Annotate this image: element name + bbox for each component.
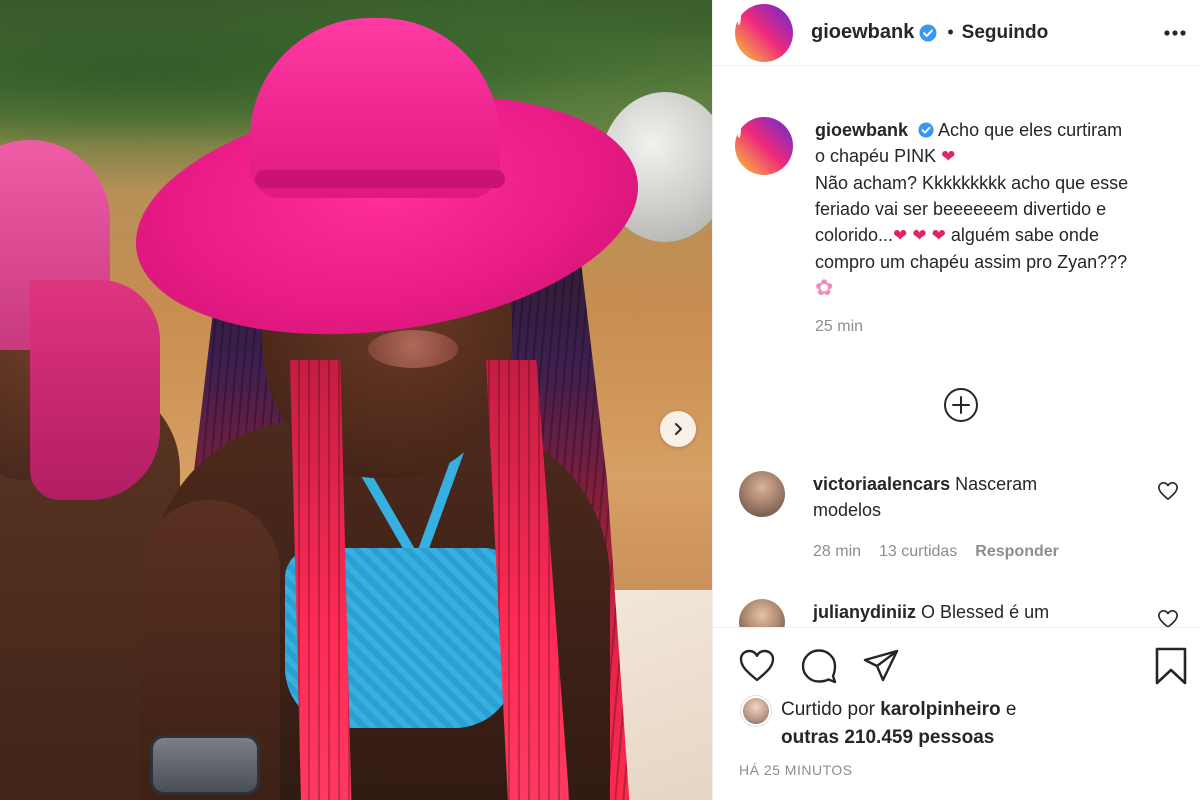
wristwatch <box>150 735 260 795</box>
more-options-icon[interactable] <box>1159 22 1191 44</box>
comment-item: julianydiniiz O Blessed é um <box>739 599 1179 627</box>
post-details-panel: gioewbank • Seguindo gioewbank Acho que … <box>712 0 1200 800</box>
verified-badge-icon <box>918 122 934 138</box>
heart-emoji: ❤ <box>893 226 908 245</box>
heart-icon[interactable] <box>1157 609 1179 627</box>
heart-emoji: ❤ <box>912 226 927 245</box>
lips <box>368 330 458 368</box>
plus-circle-icon[interactable] <box>943 387 979 423</box>
author-avatar[interactable] <box>735 3 793 62</box>
caption-author-avatar[interactable] <box>735 117 793 175</box>
heart-icon[interactable] <box>1157 481 1179 501</box>
post-date[interactable]: HÁ 25 MINUTOS <box>739 762 853 778</box>
comment-text-line-2: modelos <box>813 500 882 520</box>
separator-dot: • <box>947 22 954 42</box>
caption-timestamp[interactable]: 25 min <box>815 314 1183 340</box>
likes-count[interactable]: outras 210.459 pessoas <box>781 727 994 748</box>
reply-button[interactable]: Responder <box>975 539 1059 565</box>
liker-avatar[interactable] <box>741 696 771 726</box>
share-icon <box>863 649 899 682</box>
liker-username[interactable]: karolpinheiro <box>880 699 1000 720</box>
follow-status-button[interactable]: Seguindo <box>962 22 1049 44</box>
verified-badge-icon <box>919 24 937 41</box>
caption-line-2: o chapéu PINK <box>815 146 937 166</box>
heart-icon <box>739 649 775 682</box>
caption-line-7: compro um chapéu assim pro Zyan??? <box>815 252 1128 272</box>
comment-likes-count[interactable]: 13 curtidas <box>879 539 957 565</box>
commenter-username[interactable]: victoriaalencars <box>813 474 950 494</box>
liked-by: Curtido por karolpinheiro e outras 210.4… <box>741 696 1017 752</box>
pink-hat-band <box>255 170 505 188</box>
chevron-right-icon <box>675 423 682 435</box>
commenter-username[interactable]: julianydiniiz <box>813 602 916 622</box>
like-button[interactable] <box>737 646 777 686</box>
bookmark-icon[interactable] <box>1153 646 1189 686</box>
comment-text: Nasceram <box>955 474 1038 494</box>
comment-button[interactable] <box>799 646 839 686</box>
comment-text: O Blessed é um <box>921 602 1050 622</box>
liked-by-prefix: Curtido por <box>781 699 875 720</box>
cherry-blossom-emoji: ✿ <box>815 275 834 300</box>
post-header: gioewbank • Seguindo <box>713 0 1200 66</box>
comments-scroll-area[interactable]: gioewbank Acho que eles curtiram o chapé… <box>713 87 1200 627</box>
author-username[interactable]: gioewbank <box>811 21 914 44</box>
caption-line-5: colorido... <box>815 225 894 245</box>
commenter-avatar[interactable] <box>739 599 785 627</box>
post-photo[interactable] <box>0 0 712 800</box>
comment-item: victoriaalencars Nasceram modelos 28 min… <box>739 471 1179 565</box>
next-photo-button[interactable] <box>660 411 696 447</box>
liked-by-and: e <box>1005 699 1017 720</box>
share-button[interactable] <box>861 646 901 686</box>
commenter-avatar[interactable] <box>739 471 785 517</box>
comment-icon <box>801 649 837 684</box>
caption-line-4: feriado vai ser beeeeeem divertido e <box>815 199 1107 219</box>
heart-emoji: ❤ <box>941 147 956 166</box>
comment-time[interactable]: 28 min <box>813 539 861 565</box>
left-child-hat-brim <box>30 280 160 500</box>
post-actions: Curtido por karolpinheiro e outras 210.4… <box>713 627 1200 800</box>
heart-emoji: ❤ <box>931 226 946 245</box>
caption-line-6: alguém sabe onde <box>950 225 1099 245</box>
post-caption: gioewbank Acho que eles curtiram o chapé… <box>735 117 1195 340</box>
caption-username[interactable]: gioewbank <box>815 120 908 140</box>
caption-line-1: Acho que eles curtiram <box>938 120 1123 140</box>
caption-line-3: Não acham? Kkkkkkkkk acho que esse <box>815 173 1129 193</box>
